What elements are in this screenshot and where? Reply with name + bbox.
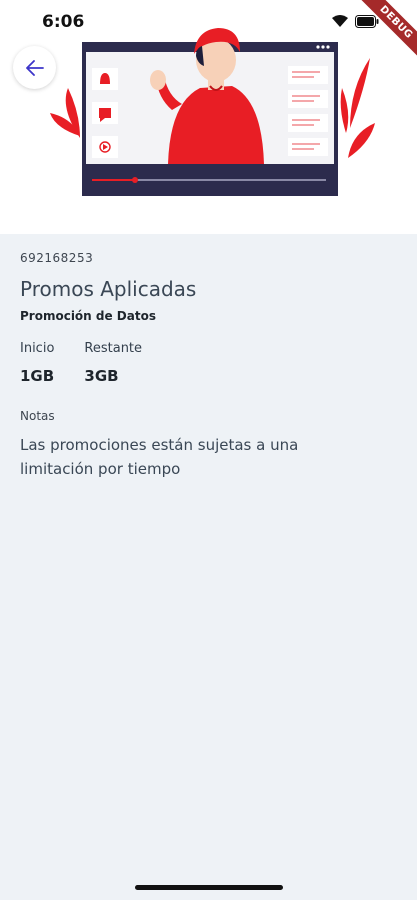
page-title: Promos Aplicadas	[20, 277, 197, 301]
account-number: 692168253	[20, 251, 94, 265]
promo-illustration	[50, 28, 375, 196]
stat-start-label: Inicio	[20, 341, 55, 356]
stat-remaining-label: Restante	[84, 341, 143, 356]
promo-type: Promoción de Datos	[20, 309, 156, 323]
data-stats: Inicio 1GB Restante 3GB	[20, 341, 397, 385]
stat-remaining-value: 3GB	[84, 367, 119, 385]
home-indicator[interactable]	[135, 885, 283, 890]
stat-remaining: Restante 3GB	[84, 341, 142, 385]
stat-start-value: 1GB	[20, 367, 55, 385]
arrow-left-icon	[25, 59, 44, 76]
header-illustration-area: 6:06 DEBUG	[0, 0, 417, 234]
promo-details: 692168253 Promos Aplicadas Promoción de …	[20, 246, 397, 481]
back-button[interactable]	[13, 46, 56, 89]
notes-label: Notas	[20, 409, 55, 423]
notes-text: Las promociones están sujetas a una limi…	[20, 436, 299, 478]
stat-start: Inicio 1GB	[20, 341, 54, 385]
